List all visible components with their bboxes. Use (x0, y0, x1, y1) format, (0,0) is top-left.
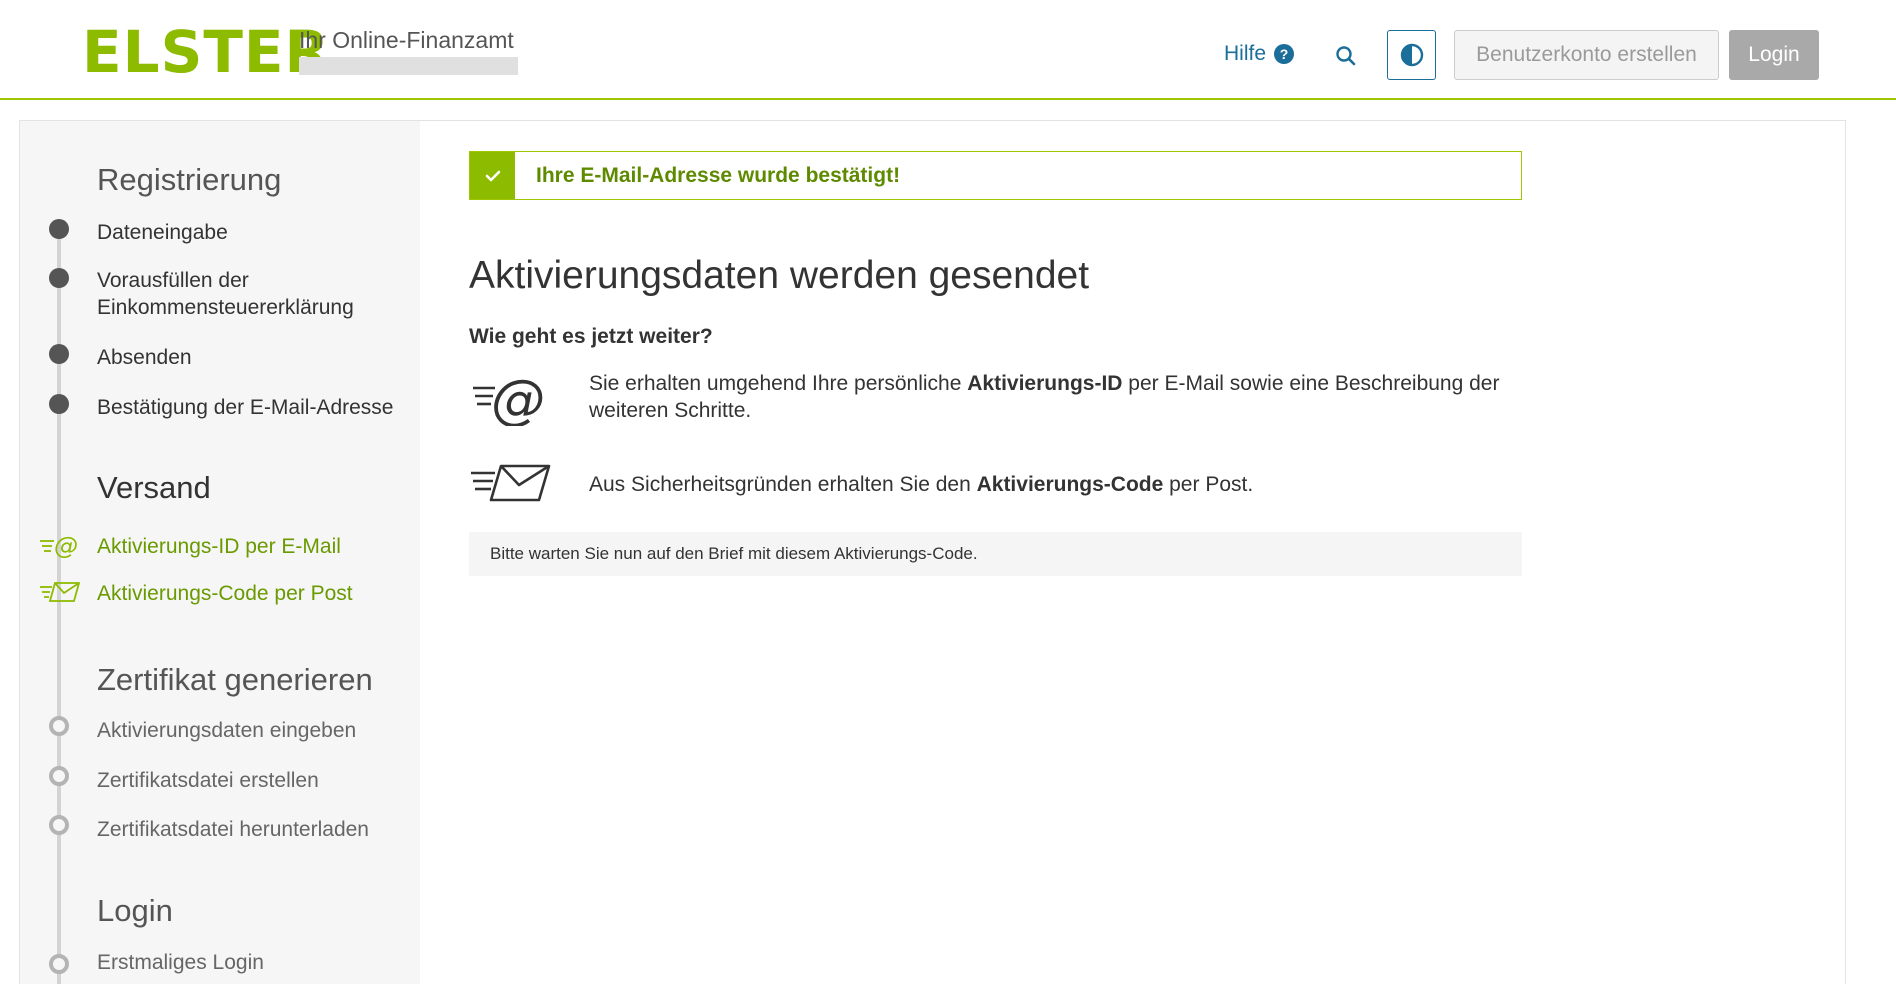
email-at-icon: @ (473, 370, 545, 426)
step-done-marker (49, 394, 69, 414)
checkmark-icon (470, 152, 515, 199)
step-vorausfuellen-line2: Einkommensteuererklärung (97, 296, 354, 319)
section-title-login: Login (97, 893, 173, 928)
create-account-button[interactable]: Benutzerkonto erstellen (1454, 30, 1719, 80)
login-button[interactable]: Login (1729, 30, 1819, 80)
elster-logo[interactable]: ELSTER (82, 20, 330, 84)
step-aktivierungs-id: Aktivierungs-ID per E-Mail (97, 535, 341, 558)
search-icon[interactable] (1334, 44, 1358, 68)
wait-note: Bitte warten Sie nun auf den Brief mit d… (469, 532, 1522, 576)
next-steps-heading: Wie geht es jetzt weiter? (469, 325, 713, 348)
envelope-icon (471, 464, 551, 502)
step-erstmaliges-login: Erstmaliges Login (97, 951, 264, 974)
step-pending-marker (49, 815, 69, 835)
site-subtitle: Ihr Online-Finanzamt (299, 27, 514, 53)
section-title-registrierung: Registrierung (97, 162, 282, 197)
success-alert-text: Ihre E-Mail-Adresse wurde bestätigt! (536, 163, 901, 187)
contrast-icon (1400, 43, 1423, 67)
info-post-text-after: per Post. (1163, 473, 1254, 496)
section-title-zertifikat: Zertifikat generieren (97, 662, 373, 697)
step-pending-marker (49, 716, 69, 736)
page-title: Aktivierungsdaten werden gesendet (469, 254, 1090, 297)
contrast-toggle-button[interactable] (1387, 30, 1436, 80)
step-vorausfuellen-line1: Vorausfüllen der (97, 269, 249, 292)
step-done-marker (49, 219, 69, 239)
success-alert: Ihre E-Mail-Adresse wurde bestätigt! (469, 151, 1522, 200)
step-zertifikatsdatei-herunterladen: Zertifikatsdatei herunterladen (97, 818, 369, 841)
info-post-text: Aus Sicherheitsgründen erhalten Sie den … (589, 471, 1519, 498)
step-vorausfuellen: Vorausfüllen der Einkommensteuererklärun… (97, 267, 354, 321)
question-circle-icon: ? (1274, 44, 1295, 64)
help-link[interactable]: Hilfe ? (1224, 42, 1295, 66)
step-zertifikatsdatei-erstellen: Zertifikatsdatei erstellen (97, 769, 319, 792)
step-pending-marker (49, 766, 69, 786)
info-email-row: @ Sie erhalten umgehend Ihre persönliche… (469, 370, 1519, 426)
aktivierungs-id-label: Aktivierungs-ID (967, 372, 1123, 395)
help-label: Hilfe (1224, 42, 1267, 65)
step-done-marker (49, 344, 69, 364)
step-email-bestaetigung: Bestätigung der E-Mail-Adresse (97, 396, 394, 419)
info-email-text-before: Sie erhalten umgehend Ihre persönliche (589, 372, 968, 395)
step-aktivierungs-code: Aktivierungs-Code per Post (97, 582, 353, 605)
svg-text:@: @ (491, 370, 545, 426)
section-title-versand: Versand (97, 470, 211, 505)
info-email-text: Sie erhalten umgehend Ihre persönliche A… (589, 370, 1519, 424)
envelope-icon (40, 582, 81, 602)
subtitle-underline (299, 57, 518, 75)
email-at-icon: @ (40, 532, 78, 559)
step-aktivierungsdaten-eingeben: Aktivierungsdaten eingeben (97, 719, 357, 742)
step-dateneingabe: Dateneingabe (97, 221, 228, 244)
info-post-row: Aus Sicherheitsgründen erhalten Sie den … (469, 463, 1519, 503)
step-absenden: Absenden (97, 346, 192, 369)
aktivierungs-code-label: Aktivierungs-Code (976, 473, 1164, 496)
step-done-marker (49, 268, 69, 288)
site-header: ELSTER Ihr Online-Finanzamt Hilfe ? Benu… (0, 0, 1896, 100)
svg-text:@: @ (54, 532, 78, 559)
step-pending-marker (49, 954, 69, 974)
info-post-text-before: Aus Sicherheitsgründen erhalten Sie den (589, 473, 977, 496)
